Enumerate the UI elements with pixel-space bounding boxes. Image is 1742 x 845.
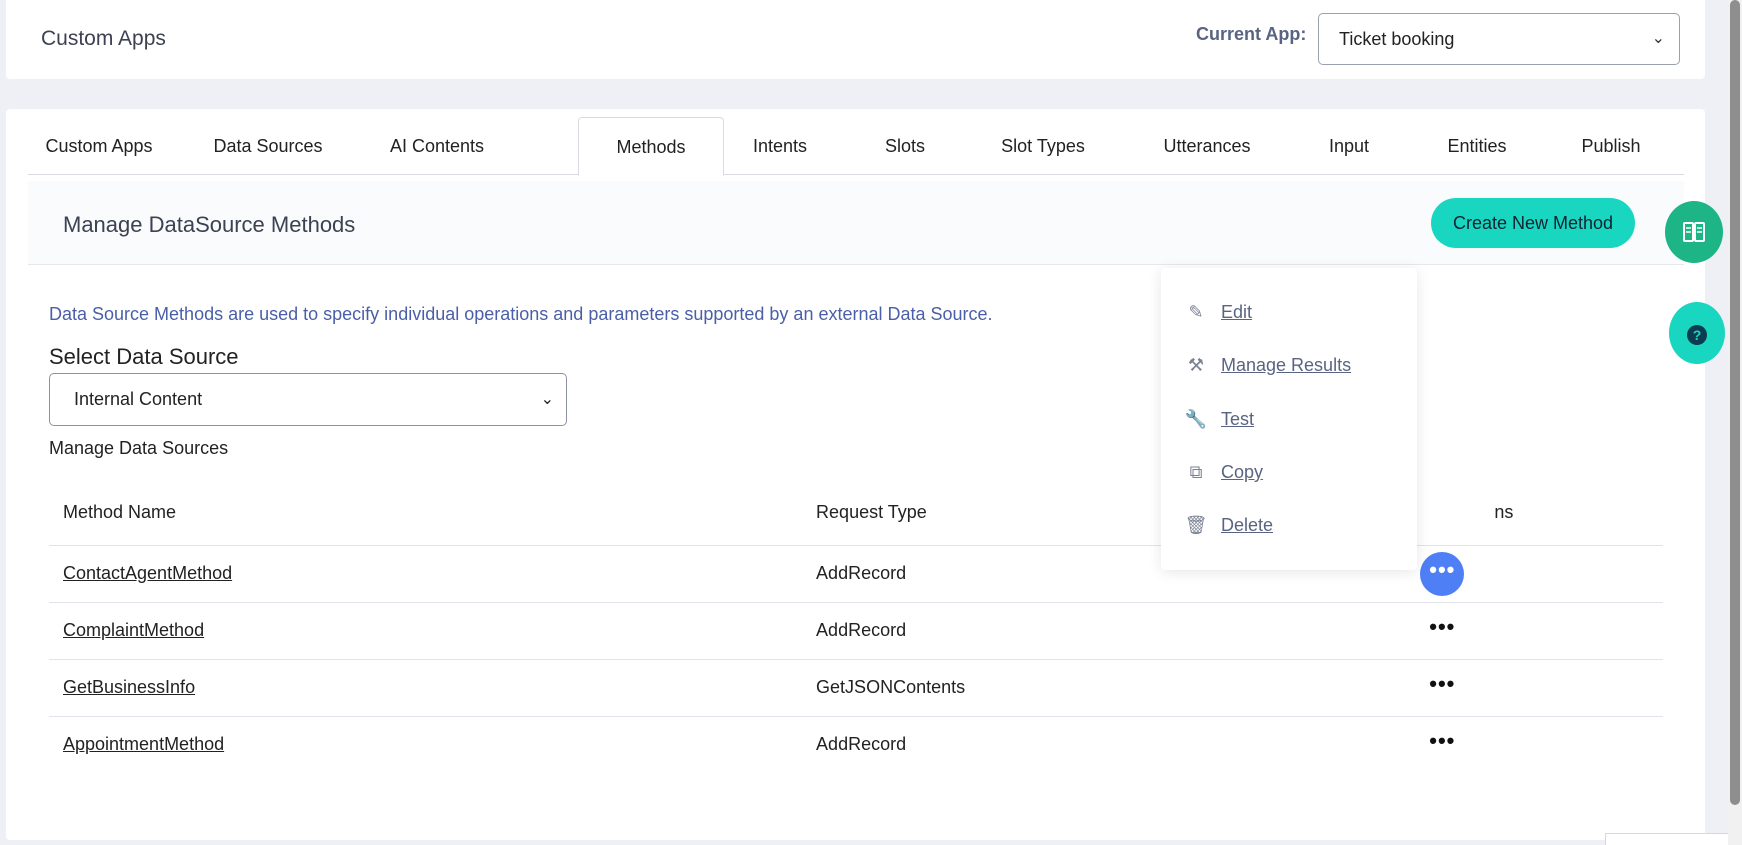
method-link[interactable]: ContactAgentMethod (63, 563, 232, 583)
column-header-method-name: Method Name (49, 481, 803, 546)
chevron-down-icon: ⌄ (1651, 30, 1665, 47)
menu-item-delete[interactable]: 🗑 Delete (1183, 511, 1273, 539)
table-row: ContactAgentMethod AddRecord ••• (49, 545, 1663, 603)
data-source-select[interactable]: Internal Content ⌄ (49, 373, 567, 426)
table-row: AppointmentMethod AddRecord ••• (49, 716, 1663, 773)
bottom-corner-panel (1605, 833, 1728, 845)
top-header: Custom Apps Current App: Ticket booking … (6, 0, 1705, 79)
scrollbar-thumb[interactable] (1730, 0, 1740, 805)
tab-utterances[interactable]: Utterances (1144, 117, 1270, 175)
wrench-icon: 🔧 (1184, 409, 1208, 429)
manage-data-sources-link[interactable]: Manage Data Sources (49, 438, 228, 459)
tab-methods[interactable]: Methods (578, 117, 724, 176)
data-source-value: Internal Content (74, 389, 203, 409)
menu-item-test[interactable]: 🔧 Test (1183, 405, 1254, 433)
section-title: Manage DataSource Methods (63, 212, 356, 237)
tab-intents[interactable]: Intents (732, 117, 828, 175)
actions-cell: ••• (1412, 602, 1663, 660)
table-row: ComplaintMethod AddRecord ••• (49, 602, 1663, 660)
column-header-actions: ns (1412, 481, 1663, 546)
method-link[interactable]: GetBusinessInfo (63, 677, 195, 697)
book-icon-button[interactable] (1665, 201, 1723, 263)
create-new-method-button[interactable]: Create New Method (1431, 198, 1635, 248)
current-app-select[interactable]: Ticket booking ⌄ (1318, 13, 1680, 65)
actions-dropdown-menu: ✎ Edit ⚒ Manage Results 🔧 Test ⧉ Copy 🗑 Delet… (1161, 268, 1417, 570)
request-type-cell: AddRecord (816, 734, 907, 755)
request-type-cell: GetJSONContents (802, 659, 1413, 717)
page-title: Custom Apps (41, 27, 166, 50)
methods-content: Data Source Methods are used to specify … (28, 275, 1684, 815)
more-actions-button[interactable]: ••• (1420, 666, 1464, 710)
method-name-cell: AppointmentMethod (49, 716, 802, 773)
copy-icon: ⧉ (1189, 462, 1203, 482)
select-data-source-label: Select Data Source (49, 344, 239, 369)
menu-item-copy[interactable]: ⧉ Copy (1183, 458, 1263, 486)
more-actions-button[interactable]: ••• (1420, 551, 1465, 596)
main-card: Custom Apps Data Sources AI Contents Met… (6, 109, 1705, 840)
tab-input[interactable]: Input (1312, 117, 1386, 175)
actions-cell: ••• (1412, 545, 1663, 603)
help-button[interactable]: ? (1669, 302, 1725, 364)
tab-bar: Custom Apps Data Sources AI Contents Met… (28, 117, 1684, 176)
table-row: GetBusinessInfo GetJSONContents ••• (49, 659, 1663, 717)
tab-publish[interactable]: Publish (1560, 117, 1662, 175)
current-app-value: Ticket booking (1339, 29, 1455, 49)
method-name-cell: ContactAgentMethod (49, 545, 803, 603)
method-link[interactable]: AppointmentMethod (63, 734, 224, 754)
gavel-icon: ⚒ (1187, 355, 1205, 375)
description-text: Data Source Methods are used to specify … (49, 304, 993, 324)
more-actions-button[interactable]: ••• (1420, 723, 1464, 767)
current-app-label: Current App: (1196, 24, 1307, 44)
actions-cell: ••• (1412, 716, 1663, 773)
question-icon: ? (1687, 325, 1707, 345)
method-name-cell: ComplaintMethod (49, 602, 803, 660)
menu-item-manage-results[interactable]: ⚒ Manage Results (1183, 351, 1351, 379)
menu-item-edit[interactable]: ✎ Edit (1183, 298, 1252, 326)
tab-slots[interactable]: Slots (868, 117, 942, 175)
tab-slot-types[interactable]: Slot Types (983, 117, 1103, 175)
actions-cell: ••• (1412, 659, 1663, 717)
tab-ai-contents[interactable]: AI Contents (370, 117, 504, 175)
table-header-row: Method Name Request Type ns (49, 481, 1663, 546)
chevron-down-icon: ⌄ (540, 391, 554, 408)
section-header: Manage DataSource Methods Create New Met… (28, 181, 1684, 265)
method-link[interactable]: ComplaintMethod (63, 620, 204, 640)
more-actions-button[interactable]: ••• (1420, 609, 1464, 653)
tab-data-sources[interactable]: Data Sources (198, 117, 338, 175)
book-icon (1683, 222, 1705, 242)
pencil-icon: ✎ (1188, 302, 1204, 322)
tab-entities[interactable]: Entities (1422, 117, 1532, 175)
methods-table: Method Name Request Type ns ContactAgent… (49, 481, 1663, 773)
method-name-cell: GetBusinessInfo (49, 659, 803, 717)
trash-icon: 🗑 (1184, 515, 1208, 535)
request-type-cell: AddRecord (802, 602, 1413, 660)
tab-custom-apps[interactable]: Custom Apps (28, 117, 170, 175)
